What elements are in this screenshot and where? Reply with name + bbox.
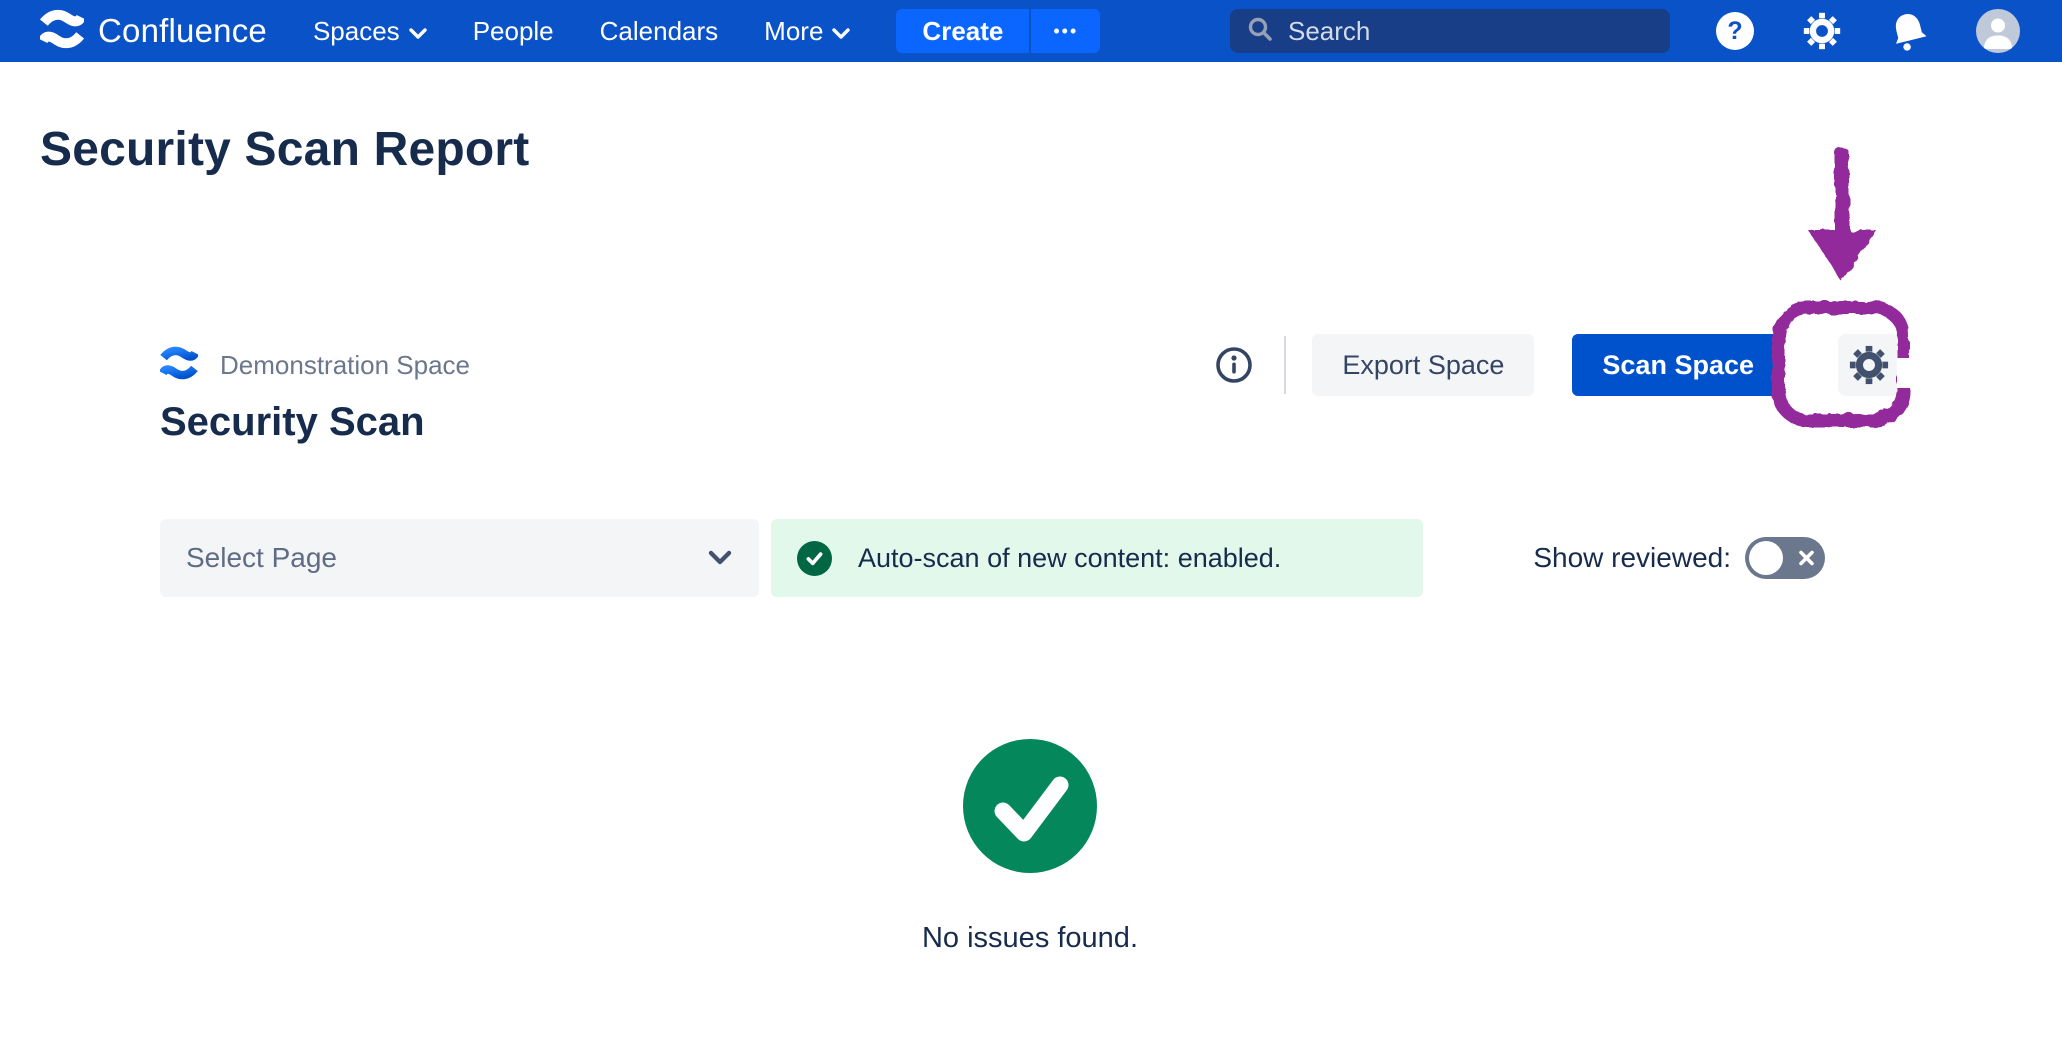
chevron-down-icon <box>707 549 733 567</box>
scan-settings-button[interactable] <box>1838 334 1900 396</box>
gear-icon <box>1848 344 1890 386</box>
space-name-link[interactable]: Demonstration Space <box>220 350 470 381</box>
gear-icon[interactable] <box>1802 11 1842 51</box>
show-reviewed-label: Show reviewed: <box>1533 542 1731 574</box>
show-reviewed-control: Show reviewed: <box>1533 537 1900 579</box>
scan-space-button[interactable]: Scan Space <box>1572 334 1784 396</box>
info-icon[interactable] <box>1214 345 1254 385</box>
toggle-knob <box>1749 541 1783 575</box>
confluence-logo[interactable]: Confluence <box>40 9 267 54</box>
empty-state-message: No issues found. <box>160 922 1900 955</box>
navbar-icon-group: ? <box>1716 9 2020 53</box>
create-more-actions-button[interactable]: ••• <box>1031 9 1100 53</box>
vertical-divider <box>1284 336 1286 394</box>
show-reviewed-toggle[interactable] <box>1745 537 1825 579</box>
chevron-down-icon <box>409 16 427 47</box>
macro-header-row: Demonstration Space Export Space Scan Sp… <box>160 330 1900 400</box>
autoscan-status-banner: Auto-scan of new content: enabled. <box>771 519 1423 597</box>
security-scan-report-page: Confluence Spaces People Calendars More … <box>0 0 2062 1037</box>
nav-item-spaces[interactable]: Spaces <box>313 16 427 47</box>
empty-state: No issues found. <box>160 739 1900 955</box>
brand-name: Confluence <box>98 12 267 50</box>
toggle-off-x-icon <box>1798 550 1815 567</box>
create-button[interactable]: Create <box>896 9 1029 53</box>
macro-actions: Export Space Scan Space <box>1214 334 1900 396</box>
top-navigation-bar: Confluence Spaces People Calendars More … <box>0 0 2062 62</box>
export-space-button[interactable]: Export Space <box>1312 334 1534 396</box>
breadcrumb: Demonstration Space <box>160 346 470 385</box>
search-icon <box>1246 15 1274 48</box>
help-icon[interactable]: ? <box>1716 12 1754 50</box>
nav-item-people[interactable]: People <box>473 16 554 47</box>
search-input[interactable] <box>1288 16 1654 47</box>
annotation-arrow-down <box>1802 144 1882 286</box>
macro-heading: Security Scan <box>160 400 425 445</box>
controls-row: Select Page Auto-scan of new content: en… <box>160 519 1900 597</box>
confluence-mark-icon <box>40 9 84 54</box>
select-page-dropdown[interactable]: Select Page <box>160 519 759 597</box>
autoscan-status-text: Auto-scan of new content: enabled. <box>858 543 1281 574</box>
confluence-space-icon <box>160 346 198 385</box>
select-page-value: Select Page <box>186 542 707 574</box>
global-search[interactable] <box>1230 9 1670 53</box>
nav-item-more[interactable]: More <box>764 16 850 47</box>
success-check-icon <box>797 541 832 576</box>
avatar[interactable] <box>1976 9 2020 53</box>
chevron-down-icon <box>832 16 850 47</box>
no-issues-check-icon <box>963 739 1097 873</box>
notifications-bell-icon[interactable] <box>1886 7 1933 55</box>
nav-item-calendars[interactable]: Calendars <box>600 16 719 47</box>
page-title: Security Scan Report <box>40 122 529 177</box>
